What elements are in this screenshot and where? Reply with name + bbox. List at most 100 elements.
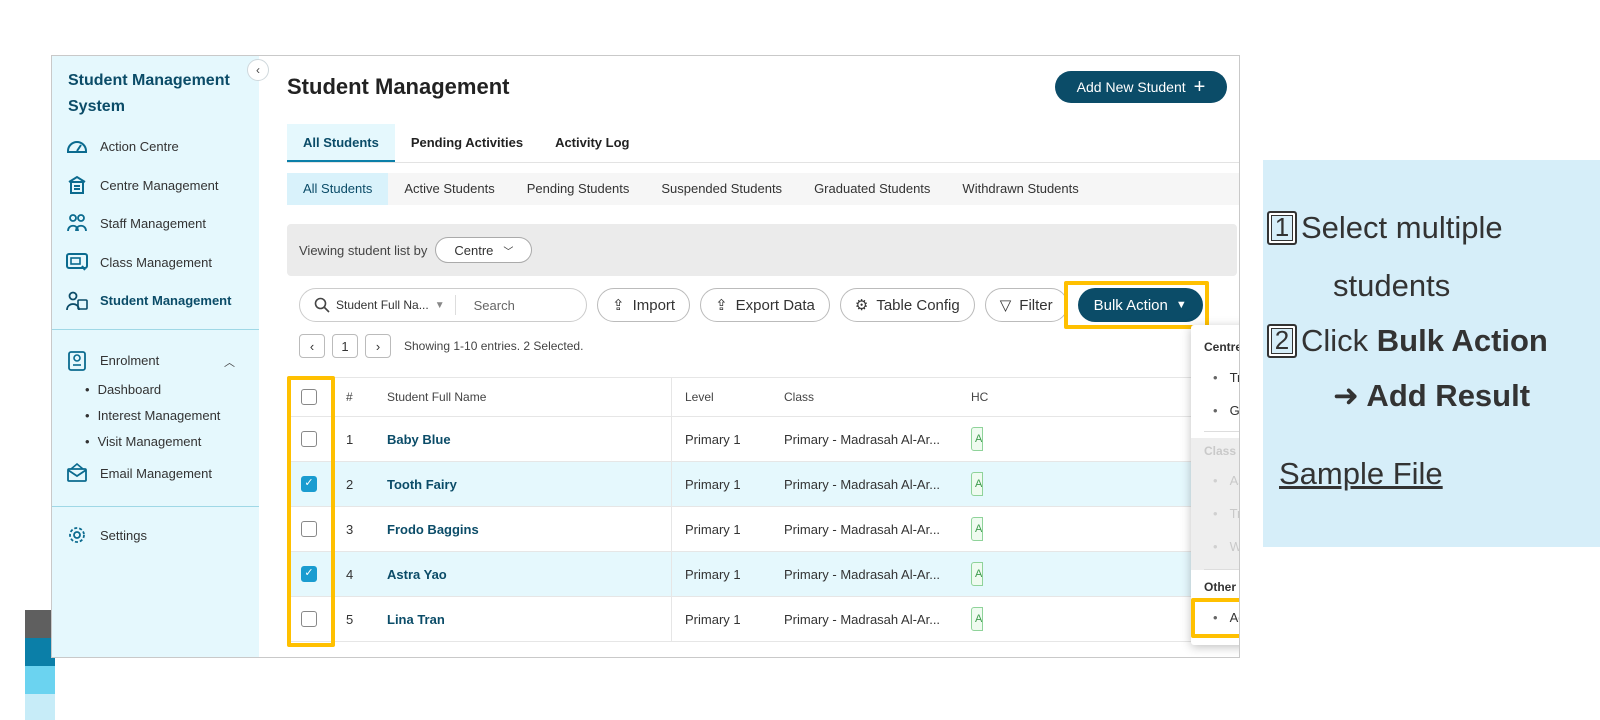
subtab-withdrawn-students[interactable]: Withdrawn Students bbox=[946, 173, 1094, 205]
menu-divider bbox=[1204, 569, 1239, 570]
subtab-graduated-students[interactable]: Graduated Students bbox=[798, 173, 946, 205]
sidebar-divider bbox=[52, 506, 259, 507]
view-by-select[interactable]: Centre ﹀ bbox=[435, 237, 533, 263]
status-tag-cell: A bbox=[971, 552, 983, 596]
import-label: Import bbox=[632, 296, 676, 314]
status-tag-cell: A bbox=[971, 507, 983, 551]
status-badge: A bbox=[971, 427, 983, 451]
chevron-down-icon: ﹀ bbox=[503, 246, 514, 258]
student-level: Primary 1 bbox=[685, 476, 741, 492]
instruction-panel: 1 Select multiple students 2 Click Bulk Ac… bbox=[1263, 160, 1600, 547]
student-class: Primary - Madrasah Al-Ar... bbox=[784, 431, 941, 447]
export-data-button[interactable]: ⇪ Export Data bbox=[700, 288, 830, 322]
col-name-header[interactable]: Student Full Name bbox=[387, 378, 486, 416]
sidebar-item-label: Enrolment bbox=[100, 352, 160, 368]
subtab-all-students[interactable]: All Students bbox=[287, 173, 389, 205]
tab-all-students[interactable]: All Students bbox=[287, 124, 395, 162]
sidebar-item-email-management[interactable]: Email Management bbox=[64, 462, 212, 483]
table-config-button[interactable]: ⚙ Table Config bbox=[839, 288, 975, 322]
bulk-action-menu: Centre Level Actions Transfer To Another… bbox=[1191, 325, 1240, 645]
caret-down-icon: ▼ bbox=[434, 299, 445, 311]
sidebar-subitem-dashboard[interactable]: Dashboard bbox=[85, 382, 162, 397]
student-level: Primary 1 bbox=[685, 521, 741, 537]
sidebar: Student Management System Action Centre … bbox=[52, 56, 259, 657]
add-new-student-label: Add New Student bbox=[1076, 79, 1186, 95]
checkbox-column-highlight bbox=[287, 376, 335, 647]
search-input[interactable]: Search bbox=[474, 298, 515, 313]
filter-icon: ▽ bbox=[999, 297, 1012, 314]
chevron-up-icon[interactable]: ︿ bbox=[224, 354, 235, 370]
step-1: 1 Select multiple bbox=[1267, 210, 1503, 246]
subtab-pending-students[interactable]: Pending Students bbox=[511, 173, 646, 205]
sidebar-item-settings[interactable]: Settings bbox=[64, 525, 147, 545]
email-icon bbox=[64, 462, 90, 483]
student-name-link[interactable]: Astra Yao bbox=[387, 552, 447, 596]
subtab-suspended-students[interactable]: Suspended Students bbox=[645, 173, 798, 205]
next-page-button[interactable]: › bbox=[365, 334, 391, 358]
sidebar-subitem-visit-management[interactable]: Visit Management bbox=[85, 434, 202, 449]
export-label: Export Data bbox=[735, 296, 815, 314]
menu-group-other: Other Actions bbox=[1204, 580, 1239, 594]
menu-group-centre: Centre Level Actions bbox=[1204, 340, 1240, 354]
sample-file-link[interactable]: Sample File bbox=[1279, 456, 1443, 492]
page-number[interactable]: 1 bbox=[332, 334, 358, 358]
menu-divider bbox=[1204, 431, 1239, 432]
sidebar-item-label: Staff Management bbox=[100, 215, 206, 231]
filter-button[interactable]: ▽ Filter bbox=[984, 288, 1068, 322]
student-name-link[interactable]: Lina Tran bbox=[387, 597, 445, 641]
table-row[interactable]: ✓ 4 Astra Yao Primary 1 Primary - Madras… bbox=[287, 552, 1239, 597]
row-number: 5 bbox=[346, 611, 354, 627]
sidebar-item-centre-management[interactable]: Centre Management bbox=[64, 175, 219, 195]
gear-icon bbox=[64, 525, 90, 545]
table-row[interactable]: ✓ 2 Tooth Fairy Primary 1 Primary - Madr… bbox=[287, 462, 1239, 507]
chevron-left-icon[interactable]: ‹ bbox=[247, 59, 269, 81]
table-header-row: # Student Full Name Level Class HC bbox=[287, 377, 1239, 417]
sidebar-divider bbox=[52, 329, 259, 330]
student-class: Primary - Madrasah Al-Ar... bbox=[784, 521, 941, 537]
sidebar-item-label: Student Management bbox=[100, 292, 232, 308]
search-field-value: Student Full Na... bbox=[336, 298, 429, 312]
sidebar-subitem-interest-management[interactable]: Interest Management bbox=[85, 408, 221, 423]
table-row[interactable]: 5 Lina Tran Primary 1 Primary - Madrasah… bbox=[287, 597, 1239, 642]
sidebar-item-enrolment[interactable]: Enrolment bbox=[64, 350, 160, 371]
student-name-link[interactable]: Tooth Fairy bbox=[387, 462, 457, 506]
sidebar-item-class-management[interactable]: Class Management bbox=[64, 252, 212, 272]
menu-item-transfer-centre[interactable]: Transfer To Another Centre bbox=[1213, 370, 1239, 385]
student-class: Primary - Madrasah Al-Ar... bbox=[784, 566, 941, 582]
tab-activity-log[interactable]: Activity Log bbox=[539, 124, 645, 162]
prev-page-button[interactable]: ‹ bbox=[299, 334, 325, 358]
student-name-link[interactable]: Baby Blue bbox=[387, 417, 451, 461]
step-2-number: 2 bbox=[1267, 324, 1297, 358]
status-tag-cell: A bbox=[971, 417, 983, 461]
table-row[interactable]: 3 Frodo Baggins Primary 1 Primary - Madr… bbox=[287, 507, 1239, 552]
main-tabs: All Students Pending Activities Activity… bbox=[287, 124, 1239, 163]
sidebar-item-staff-management[interactable]: Staff Management bbox=[64, 213, 206, 233]
sidebar-item-label: Centre Management bbox=[100, 177, 219, 193]
column-divider bbox=[671, 417, 672, 461]
menu-item-withdraw-class: Withdraw From Class bbox=[1213, 539, 1239, 554]
import-button[interactable]: ⇪ Import bbox=[597, 288, 691, 322]
row-number: 1 bbox=[346, 431, 354, 447]
view-by-label: Viewing student list by bbox=[299, 242, 428, 258]
col-level-header[interactable]: Level bbox=[685, 378, 714, 416]
column-divider bbox=[671, 552, 672, 596]
row-number: 2 bbox=[346, 476, 354, 492]
search-field-select[interactable]: Student Full Na... ▼ bbox=[314, 295, 456, 315]
table-row[interactable]: 1 Baby Blue Primary 1 Primary - Madrasah… bbox=[287, 417, 1239, 462]
menu-item-graduate-centre[interactable]: Graduate From Centre bbox=[1213, 403, 1239, 418]
subtab-active-students[interactable]: Active Students bbox=[388, 173, 510, 205]
col-class-header[interactable]: Class bbox=[784, 378, 814, 416]
export-icon: ⇪ bbox=[715, 297, 728, 314]
tab-pending-activities[interactable]: Pending Activities bbox=[395, 124, 539, 162]
sidebar-item-action-centre[interactable]: Action Centre bbox=[64, 136, 179, 156]
status-badge: A bbox=[971, 472, 983, 496]
sidebar-item-label: Email Management bbox=[100, 465, 212, 481]
students-icon bbox=[64, 290, 90, 311]
column-divider bbox=[671, 597, 672, 641]
student-name-link[interactable]: Frodo Baggins bbox=[387, 507, 479, 551]
column-divider bbox=[671, 462, 672, 506]
bulk-action-highlight bbox=[1064, 281, 1209, 329]
col-hc-header[interactable]: HC bbox=[971, 378, 988, 416]
add-new-student-button[interactable]: Add New Student + bbox=[1055, 71, 1227, 103]
sidebar-item-student-management[interactable]: Student Management bbox=[64, 290, 232, 311]
